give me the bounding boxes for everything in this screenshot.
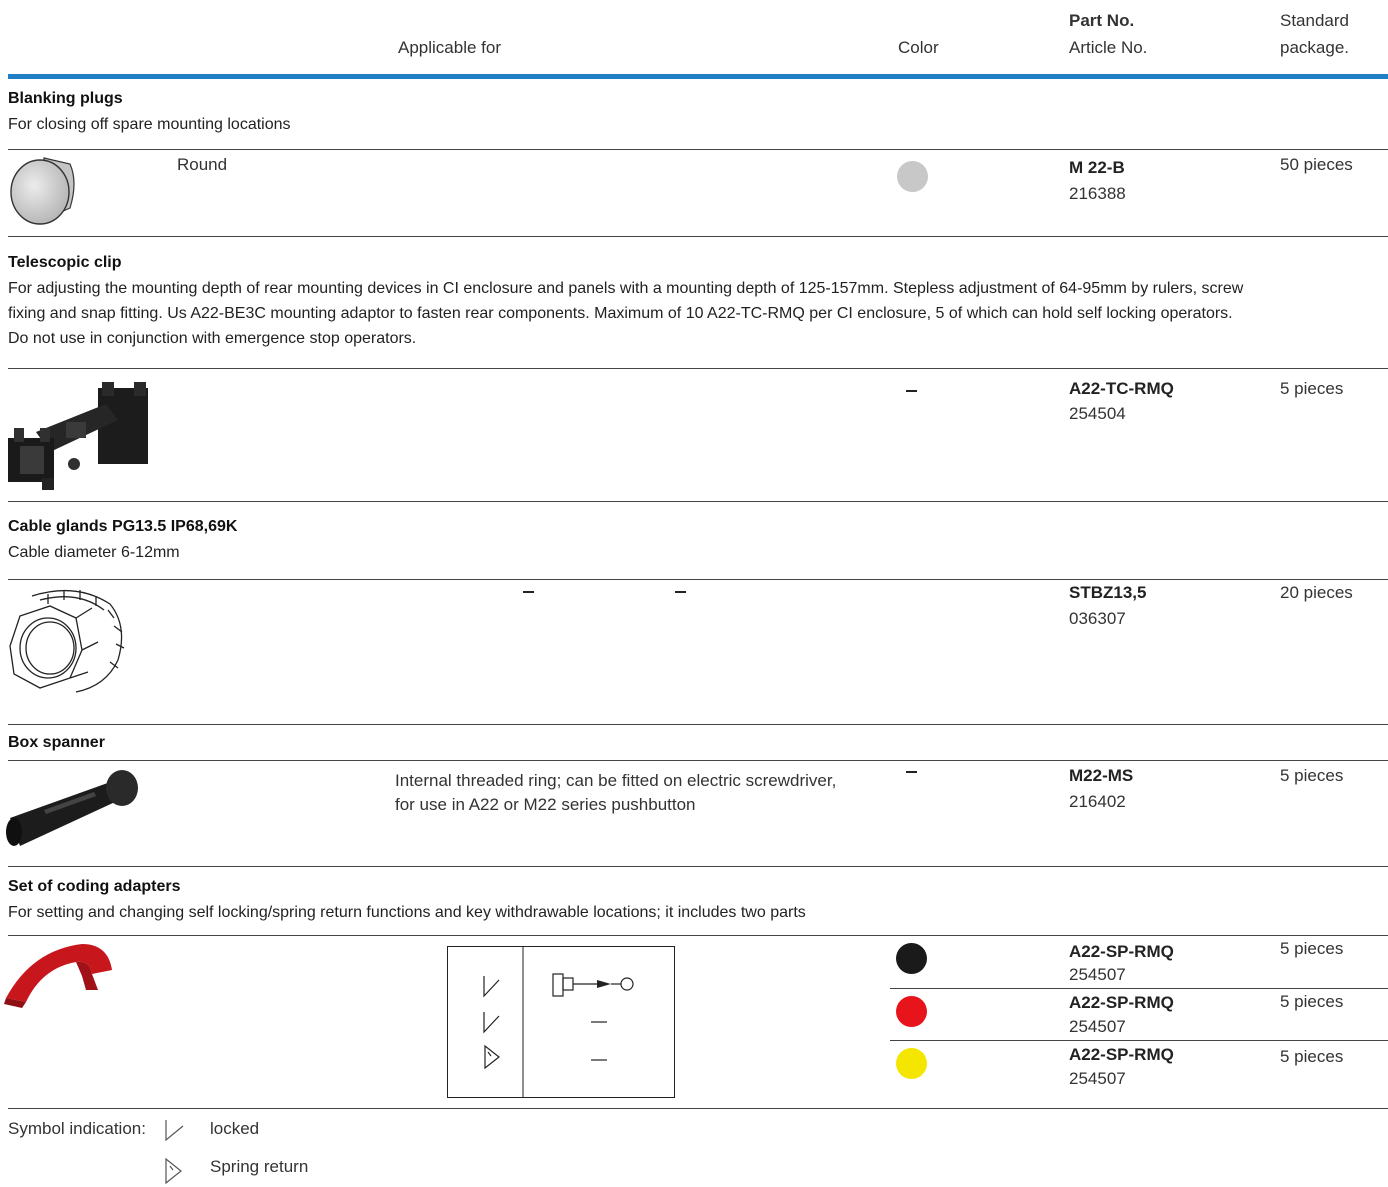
telescopic-articleno: 254504 [1069,404,1126,423]
cable-gland-image [9,589,125,693]
section-title-blanking: Blanking plugs [8,90,123,107]
color-swatch-red [896,996,927,1027]
coding-partno-2: A22-SP-RMQ [1069,993,1174,1012]
color-swatch-yellow [896,1048,927,1079]
divider [8,368,1388,369]
spring-return-symbol-icon [165,1157,182,1185]
telescopic-package: 5 pieces [1280,379,1344,398]
divider [8,724,1388,725]
legend-label: Symbol indication: [8,1119,146,1138]
blanking-articleno: 216388 [1069,184,1126,203]
color-swatch-black [896,943,927,974]
divider [8,579,1388,580]
spanner-articleno: 216402 [1069,792,1126,811]
section-desc-telescopic-1: For adjusting the mounting depth of rear… [8,280,1244,297]
cableglands-package: 20 pieces [1280,583,1353,602]
coding-partno-3: A22-SP-RMQ [1069,1045,1174,1064]
coding-articleno-2: 254507 [1069,1017,1126,1036]
section-title-cableglands: Cable glands PG13.5 IP68,69K [8,518,238,535]
color-swatch-grey [897,161,928,192]
coding-articleno-1: 254507 [1069,965,1126,984]
divider [8,1108,1388,1109]
symbol-table [447,946,675,1098]
section-desc-coding: For setting and changing self locking/sp… [8,904,806,921]
divider [8,236,1388,237]
section-desc-blanking: For closing off spare mounting locations [8,116,291,133]
header-standard: Standard [1280,11,1349,30]
section-title-telescopic: Telescopic clip [8,254,122,271]
coding-adapter-image [4,944,112,1008]
locked-symbol-icon [165,1120,184,1142]
divider [8,935,1388,936]
coding-package-3: 5 pieces [1280,1047,1344,1066]
blanking-applicable: Round [177,155,228,174]
section-desc-telescopic-3: Do not use in conjunction with emergence… [8,330,417,347]
header-package: package. [1280,38,1349,57]
blanking-partno: M 22-B [1069,158,1125,177]
blanking-package: 50 pieces [1280,155,1353,174]
telescopic-partno: A22-TC-RMQ [1069,379,1174,398]
color-none-dash [906,390,917,392]
header-partno: Part No. [1069,11,1135,30]
divider [8,501,1388,502]
header-articleno: Article No. [1069,38,1148,57]
divider [8,866,1388,867]
divider [8,760,1388,761]
section-desc-cableglands: Cable diameter 6-12mm [8,544,180,561]
dash-mark [523,591,534,593]
color-none-dash [906,771,917,773]
spanner-package: 5 pieces [1280,766,1344,785]
cableglands-partno: STBZ13,5 [1069,583,1147,602]
legend-spring: Spring return [210,1157,309,1176]
section-title-spanner: Box spanner [8,734,105,751]
box-spanner-image [6,770,138,846]
coding-package-2: 5 pieces [1280,992,1344,1011]
section-title-coding: Set of coding adapters [8,878,181,895]
header-color: Color [898,38,939,57]
spanner-partno: M22-MS [1069,766,1134,785]
divider [8,149,1388,150]
cableglands-articleno: 036307 [1069,609,1126,628]
header-applicable: Applicable for [398,38,502,57]
coding-articleno-3: 254507 [1069,1069,1126,1088]
spanner-applicable-1: Internal threaded ring; can be fitted on… [395,771,837,790]
header-rule [8,74,1388,79]
coding-package-1: 5 pieces [1280,939,1344,958]
divider [890,988,1388,989]
legend-locked: locked [210,1119,260,1138]
section-desc-telescopic-2: fixing and snap fitting. Us A22-BE3C mou… [8,305,1233,322]
telescopic-clip-image [8,382,148,490]
spanner-applicable-2: for use in A22 or M22 series pushbutton [395,795,696,814]
divider [890,1040,1388,1041]
dash-mark [675,591,686,593]
blanking-plug-image [10,157,75,225]
coding-partno-1: A22-SP-RMQ [1069,942,1174,961]
